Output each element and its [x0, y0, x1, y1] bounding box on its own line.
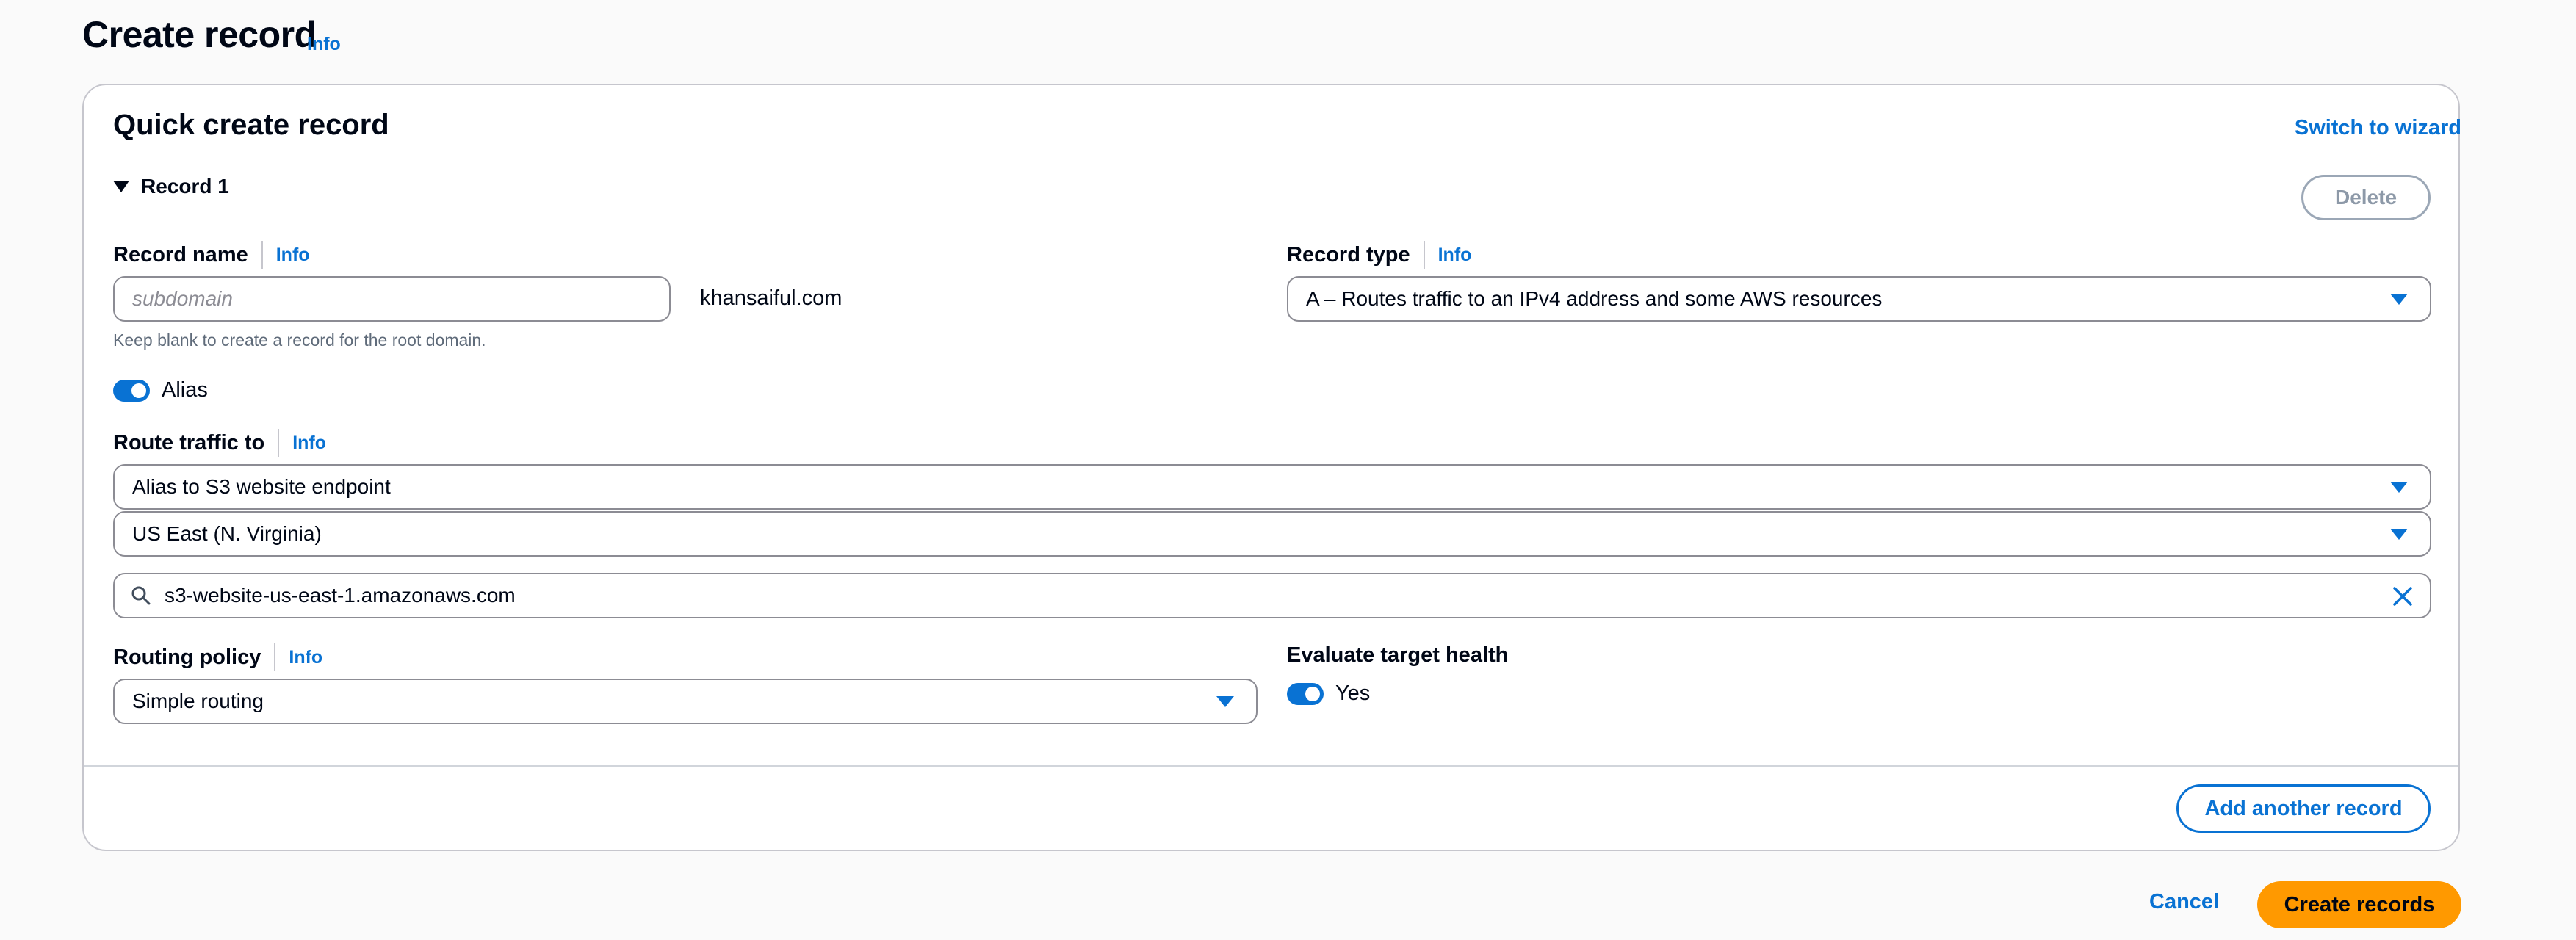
evaluate-health-toggle-label: Yes [1335, 682, 1371, 705]
endpoint-autosuggest-input[interactable]: s3-website-us-east-1.amazonaws.com [113, 573, 2431, 618]
endpoint-value: s3-website-us-east-1.amazonaws.com [165, 584, 516, 607]
card-title: Quick create record [113, 109, 389, 141]
search-icon [131, 585, 151, 606]
routing-policy-info-link[interactable]: Info [289, 647, 322, 668]
alias-toggle[interactable] [113, 379, 150, 402]
alias-label: Alias [162, 378, 208, 402]
record-name-hint: Keep blank to create a record for the ro… [113, 330, 486, 350]
evaluate-health-toggle[interactable] [1287, 682, 1324, 705]
page-title: Create record [82, 14, 317, 55]
chevron-down-icon [2390, 529, 2408, 540]
record-name-input[interactable]: subdomain [113, 276, 671, 322]
region-select[interactable]: US East (N. Virginia) [113, 511, 2431, 557]
record-type-value: A – Routes traffic to an IPv4 address an… [1306, 287, 1883, 310]
page-info-link[interactable]: Info [307, 34, 341, 55]
switch-to-wizard-link[interactable]: Switch to wizard [2295, 116, 2461, 140]
label-separator [274, 643, 276, 671]
chevron-down-icon [1216, 696, 1234, 707]
record-1-label: Record 1 [141, 175, 229, 198]
record-name-info-link[interactable]: Info [276, 245, 310, 266]
record-type-label: Record type [1287, 242, 1410, 267]
label-separator [1423, 241, 1425, 269]
record-name-label-row: Record name Info [113, 241, 310, 269]
delete-button[interactable]: Delete [2301, 175, 2431, 220]
add-another-record-button[interactable]: Add another record [2176, 784, 2431, 833]
card-divider [84, 765, 2458, 767]
route-traffic-info-link[interactable]: Info [292, 433, 326, 454]
label-separator [278, 429, 280, 457]
record-name-label: Record name [113, 242, 248, 267]
label-separator [261, 241, 263, 269]
record-1-expander[interactable]: Record 1 [113, 175, 229, 198]
evaluate-health-toggle-row: Yes [1287, 682, 1370, 706]
record-type-select[interactable]: A – Routes traffic to an IPv4 address an… [1287, 276, 2431, 322]
record-name-placeholder: subdomain [132, 287, 233, 310]
caret-down-icon [113, 181, 129, 192]
record-type-info-link[interactable]: Info [1438, 245, 1472, 266]
cancel-button[interactable]: Cancel [2149, 890, 2219, 914]
endpoint-type-select[interactable]: Alias to S3 website endpoint [113, 464, 2431, 510]
route-traffic-label: Route traffic to [113, 430, 265, 455]
alias-toggle-row: Alias [113, 378, 208, 402]
domain-suffix: khansaiful.com [700, 286, 843, 310]
endpoint-type-value: Alias to S3 website endpoint [132, 475, 391, 498]
routing-policy-label-row: Routing policy Info [113, 643, 322, 671]
close-icon[interactable] [2392, 585, 2414, 607]
evaluate-health-label: Evaluate target health [1287, 643, 1509, 667]
create-records-button[interactable]: Create records [2257, 881, 2461, 928]
chevron-down-icon [2390, 482, 2408, 493]
region-value: US East (N. Virginia) [132, 522, 322, 545]
routing-policy-select[interactable]: Simple routing [113, 679, 1258, 724]
routing-policy-label: Routing policy [113, 645, 261, 669]
chevron-down-icon [2390, 294, 2408, 305]
routing-policy-value: Simple routing [132, 690, 264, 712]
record-type-label-row: Record type Info [1287, 241, 1471, 269]
route-traffic-label-row: Route traffic to Info [113, 429, 326, 457]
